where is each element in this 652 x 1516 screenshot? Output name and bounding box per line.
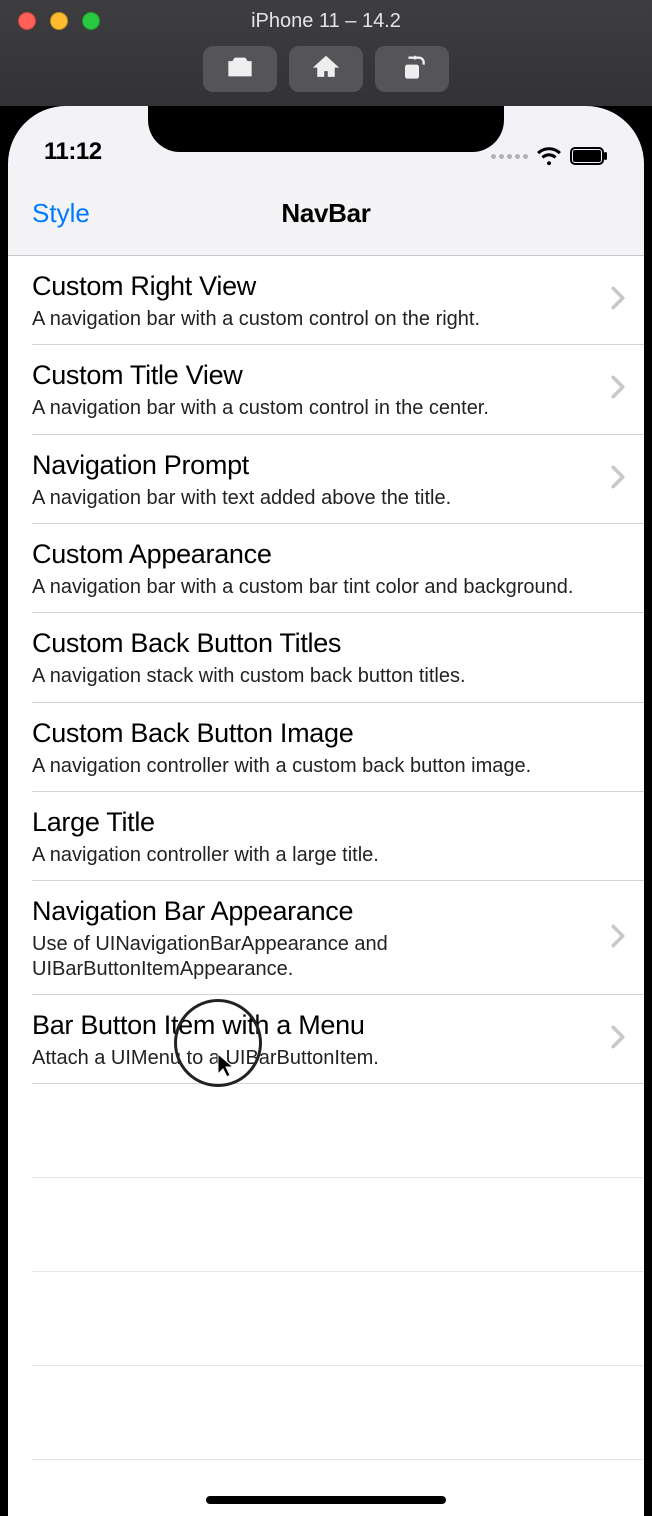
table-row[interactable]: Custom Appearance A navigation bar with a…	[8, 524, 644, 613]
simulator-window-chrome: iPhone 11 – 14.2	[0, 0, 652, 106]
simulator-toolbar	[0, 40, 652, 106]
table-row[interactable]: Navigation Prompt A navigation bar with t…	[8, 435, 644, 524]
table-row-text: Custom Back Button Titles A navigation st…	[32, 627, 626, 688]
table-row-title: Custom Appearance	[32, 538, 614, 571]
device-screen: 11:12	[8, 106, 644, 1516]
table-row-title: Large Title	[32, 806, 614, 839]
table-row-text: Custom Back Button Image A navigation con…	[32, 717, 626, 778]
chevron-right-icon	[610, 1025, 626, 1054]
table-row[interactable]: Custom Back Button Titles A navigation st…	[8, 613, 644, 702]
device-frame: 11:12	[0, 106, 652, 1516]
table-row-text: Navigation Prompt A navigation bar with t…	[32, 449, 610, 510]
camera-icon	[226, 53, 254, 86]
table-row-title: Navigation Bar Appearance	[32, 895, 598, 928]
wifi-icon	[536, 146, 562, 166]
table-row[interactable]: Custom Back Button Image A navigation con…	[8, 703, 644, 792]
table-row-title: Custom Back Button Titles	[32, 627, 614, 660]
table-row-title: Custom Right View	[32, 270, 598, 303]
home-indicator[interactable]	[206, 1496, 446, 1504]
table-row-title: Navigation Prompt	[32, 449, 598, 482]
table-row-subtitle: Attach a UIMenu to a UIBarButtonItem.	[32, 1046, 598, 1070]
table-row-subtitle: A navigation bar with text added above t…	[32, 486, 598, 510]
empty-row	[8, 1272, 644, 1366]
status-right	[491, 146, 608, 166]
status-time: 11:12	[44, 138, 102, 166]
table-row-title: Custom Back Button Image	[32, 717, 614, 750]
home-icon	[312, 53, 340, 86]
chevron-right-icon	[610, 375, 626, 404]
share-icon	[398, 53, 426, 86]
device-notch	[148, 106, 504, 152]
table-row[interactable]: Large Title A navigation controller with …	[8, 792, 644, 881]
rotate-button[interactable]	[375, 46, 449, 92]
chevron-right-icon	[610, 924, 626, 953]
table-row[interactable]: Custom Title View A navigation bar with a…	[8, 345, 644, 434]
close-window-button[interactable]	[18, 12, 36, 30]
table-row-text: Large Title A navigation controller with …	[32, 806, 626, 867]
simulator-titlebar: iPhone 11 – 14.2	[0, 2, 652, 40]
home-button[interactable]	[289, 46, 363, 92]
table-row-subtitle: A navigation bar with a custom control o…	[32, 307, 598, 331]
table-row-text: Custom Title View A navigation bar with a…	[32, 359, 610, 420]
empty-row	[8, 1084, 644, 1178]
table-row-text: Navigation Bar Appearance Use of UINaviga…	[32, 895, 610, 981]
navigation-bar: Style NavBar	[8, 172, 644, 256]
table-row-subtitle: A navigation bar with a custom bar tint …	[32, 575, 614, 599]
chevron-right-icon	[610, 465, 626, 494]
window-traffic-lights	[0, 12, 100, 30]
table-row-subtitle: A navigation controller with a custom ba…	[32, 754, 614, 778]
table-row[interactable]: Bar Button Item with a Menu Attach a UIMe…	[8, 995, 644, 1084]
table-row[interactable]: Custom Right View A navigation bar with a…	[8, 256, 644, 345]
nav-title: NavBar	[281, 198, 370, 229]
table-row-text: Bar Button Item with a Menu Attach a UIMe…	[32, 1009, 610, 1070]
empty-row	[8, 1178, 644, 1272]
table-row-subtitle: A navigation controller with a large tit…	[32, 843, 614, 867]
battery-icon	[570, 147, 608, 165]
table-view[interactable]: Custom Right View A navigation bar with a…	[8, 256, 644, 1516]
back-button[interactable]: Style	[32, 198, 90, 229]
minimize-window-button[interactable]	[50, 12, 68, 30]
table-row-text: Custom Right View A navigation bar with a…	[32, 270, 610, 331]
table-row-title: Custom Title View	[32, 359, 598, 392]
table-row-subtitle: A navigation stack with custom back butt…	[32, 664, 614, 688]
table-row-title: Bar Button Item with a Menu	[32, 1009, 598, 1042]
zoom-window-button[interactable]	[82, 12, 100, 30]
empty-row	[8, 1366, 644, 1460]
table-row-subtitle: A navigation bar with a custom control i…	[32, 396, 598, 420]
table-row-subtitle: Use of UINavigationBarAppearance and UIB…	[32, 932, 598, 981]
table-row-text: Custom Appearance A navigation bar with a…	[32, 538, 626, 599]
table-row[interactable]: Navigation Bar Appearance Use of UINaviga…	[8, 881, 644, 995]
screenshot-button[interactable]	[203, 46, 277, 92]
chevron-right-icon	[610, 286, 626, 315]
cellular-dots-icon	[491, 154, 528, 159]
